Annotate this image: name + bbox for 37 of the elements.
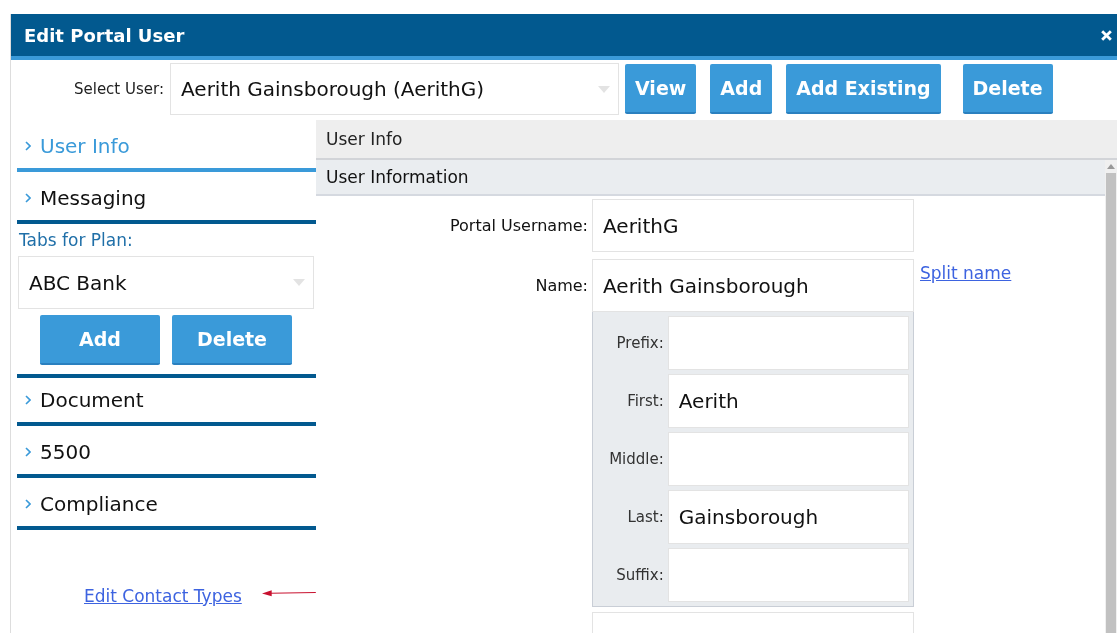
chevron-icon — [25, 141, 31, 151]
sidebar-item[interactable]: 5500 — [17, 430, 316, 478]
window-title: Edit Portal User — [24, 24, 185, 46]
username-field[interactable]: AerithG — [592, 199, 914, 252]
dropdown-caret-icon — [293, 279, 305, 286]
plan-dropdown[interactable]: ABC Bank — [18, 256, 314, 309]
sidebar-item[interactable]: Compliance — [17, 482, 316, 530]
select-user-label: Select User: — [72, 80, 164, 98]
field-label: Portal Username: — [449, 215, 588, 237]
field-label: Suffix: — [615, 566, 664, 584]
section-title: User Information — [326, 167, 469, 187]
breadcrumb: User Info — [326, 129, 403, 149]
chevron-icon — [25, 447, 31, 457]
chevron-icon — [25, 193, 31, 203]
field-label: Name: — [534, 275, 588, 297]
name-part-field[interactable]: Gainsborough — [667, 490, 909, 544]
split-name-link[interactable]: Split name — [920, 263, 1012, 283]
edit-contact-types-link[interactable]: Edit Contact Types — [84, 586, 242, 606]
plan-tabs-label: Tabs for Plan: — [19, 230, 134, 250]
name-part-field[interactable] — [667, 316, 909, 370]
dropdown-caret-icon — [598, 85, 610, 93]
name-field[interactable]: Aerith Gainsborough — [592, 259, 914, 312]
name-part-field[interactable] — [667, 548, 909, 602]
scrollbar[interactable] — [1105, 160, 1117, 633]
user-dropdown[interactable]: Aerith Gainsborough (AerithG) — [170, 63, 619, 115]
field-label: Last: — [626, 508, 664, 526]
field-label: Prefix: — [615, 334, 664, 352]
name-part-field[interactable] — [667, 432, 909, 486]
scroll-up-icon[interactable] — [1107, 164, 1115, 169]
sidebar-item[interactable]: Messaging — [17, 176, 316, 224]
field-label: First: — [626, 392, 664, 410]
chevron-icon — [25, 499, 31, 509]
chevron-icon — [25, 395, 31, 405]
sidebar-item[interactable]: Document — [17, 378, 316, 426]
field-label: Middle: — [608, 450, 664, 468]
name-part-field[interactable]: Aerith — [667, 374, 909, 428]
close-icon[interactable] — [1100, 28, 1113, 42]
